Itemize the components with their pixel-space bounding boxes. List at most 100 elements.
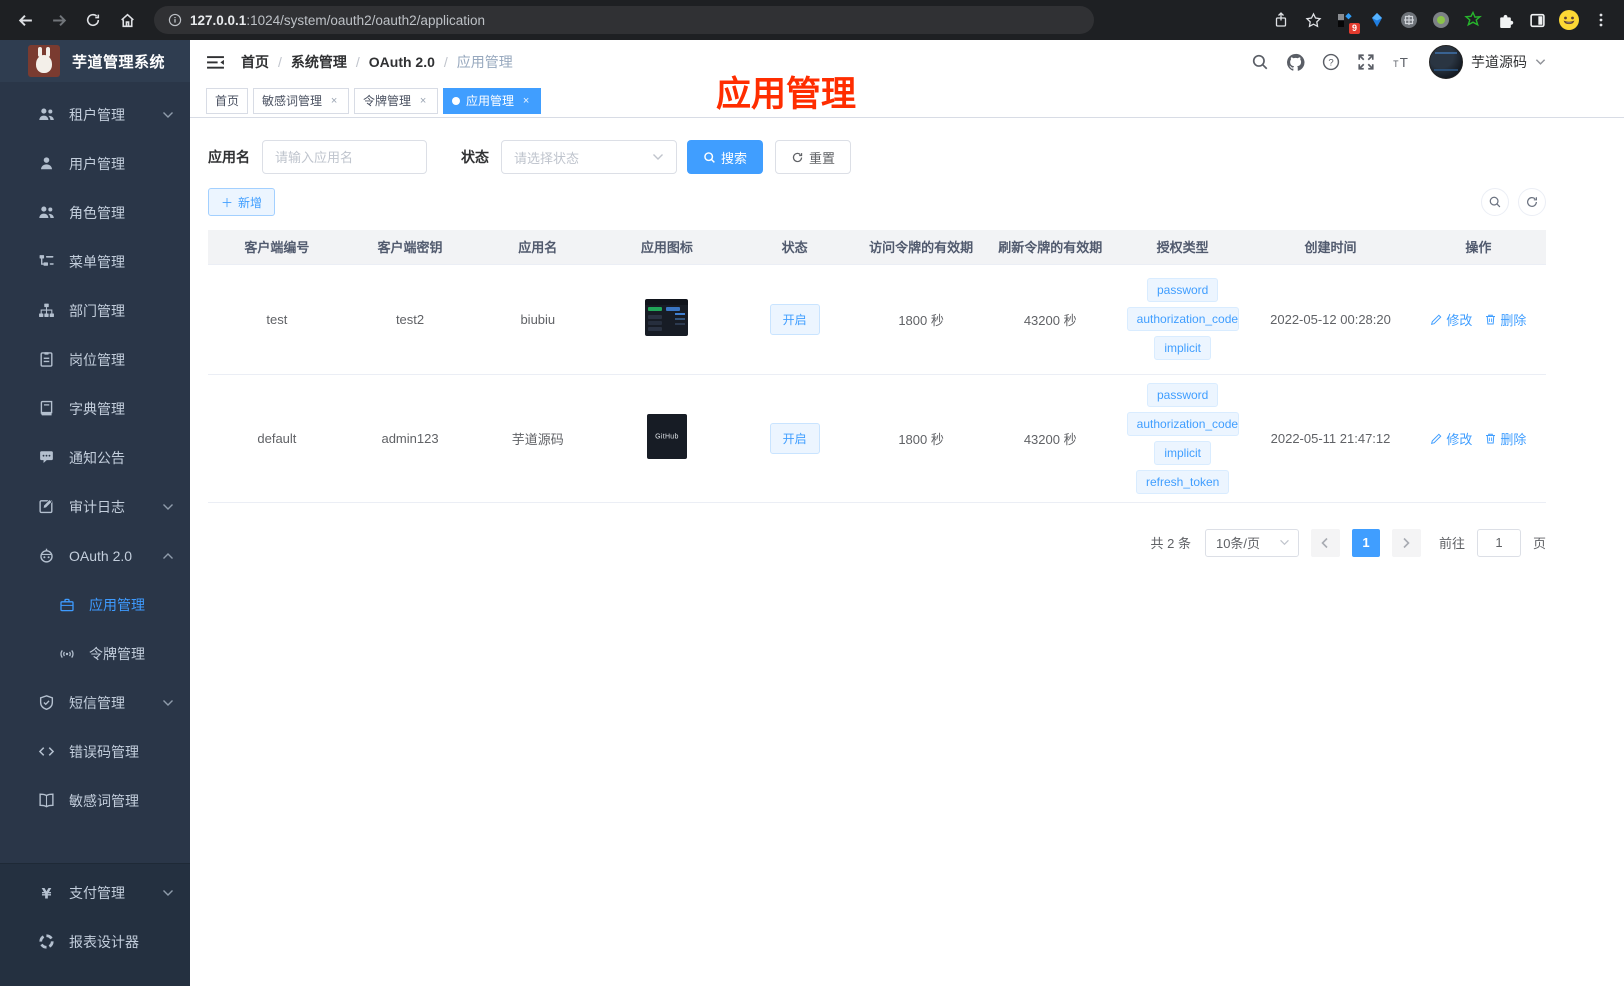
status-select[interactable]: 请选择状态 xyxy=(501,140,677,174)
briefcase-icon xyxy=(58,596,75,613)
goto-page-input[interactable] xyxy=(1476,528,1521,557)
sidebar-item-dept[interactable]: 部门管理 xyxy=(0,286,190,335)
sidebar-item-dict[interactable]: 字典管理 xyxy=(0,384,190,433)
sidebar-item-label: 租户管理 xyxy=(69,106,125,123)
github-icon[interactable] xyxy=(1286,53,1305,72)
extension-blocks-icon[interactable]: 9 xyxy=(1334,9,1360,34)
close-icon[interactable]: × xyxy=(520,95,532,107)
breadcrumb: 首页 / 系统管理 / OAuth 2.0 / 应用管理 xyxy=(241,52,513,72)
share-icon[interactable] xyxy=(1270,9,1292,31)
help-icon[interactable]: ? xyxy=(1322,53,1340,71)
plus-icon: ＋ xyxy=(221,195,234,210)
breadcrumb-item[interactable]: OAuth 2.0 xyxy=(369,54,435,70)
cell-app-icon: GitHub xyxy=(601,374,733,503)
breadcrumb-item[interactable]: 系统管理 xyxy=(291,52,347,72)
sidebar-item-pay[interactable]: ¥ 支付管理 xyxy=(0,868,190,917)
goto-label: 前往 xyxy=(1438,536,1465,551)
prev-page-button[interactable] xyxy=(1310,528,1340,557)
sidebar-item-audit[interactable]: 审计日志 xyxy=(0,482,190,531)
cell-client-secret: test2 xyxy=(345,264,475,375)
edit-link[interactable]: 修改 xyxy=(1430,429,1472,448)
cell-grant-types: password authorization_code implicit xyxy=(1115,264,1251,375)
sidebar-item-label: 短信管理 xyxy=(69,694,125,711)
browser-back-icon[interactable] xyxy=(10,5,40,35)
sidebar-item-label: 令牌管理 xyxy=(89,645,145,662)
site-info-icon[interactable] xyxy=(168,13,182,27)
sidebar-item-user[interactable]: 用户管理 xyxy=(0,139,190,188)
sidebar-item-post[interactable]: 岗位管理 xyxy=(0,335,190,384)
url-host: 127.0.0.1 xyxy=(190,12,247,28)
browser-home-icon[interactable] xyxy=(112,5,142,35)
edit-link[interactable]: 修改 xyxy=(1430,310,1472,329)
sidebar-menu: 租户管理用户管理 角色管理 菜单管理 部门管理岗位管理字典管理 通知公告 审计日志 OAut… xyxy=(0,82,190,863)
bookmark-star-icon[interactable] xyxy=(1302,9,1324,31)
tab-令牌管理[interactable]: 令牌管理 × xyxy=(354,87,439,114)
page-size-select[interactable]: 10条/页 xyxy=(1204,528,1299,557)
status-badge: 开启 xyxy=(769,422,820,454)
extension-puzzle-icon[interactable] xyxy=(1494,9,1516,31)
profile-emoji-icon[interactable] xyxy=(1558,9,1580,31)
close-icon[interactable]: × xyxy=(417,95,429,107)
refresh-table-icon[interactable] xyxy=(1518,188,1546,216)
breadcrumb-item: 应用管理 xyxy=(456,54,513,70)
extension-green-dot-icon[interactable] xyxy=(1430,9,1452,31)
chevron-down-icon xyxy=(162,503,174,511)
sitemap-icon xyxy=(38,302,55,319)
sidebar-item-sms[interactable]: 短信管理 xyxy=(0,678,190,727)
extension-green-star-icon[interactable] xyxy=(1462,9,1484,31)
extension-dark-circle-icon[interactable] xyxy=(1398,9,1420,31)
tab-敏感词管理[interactable]: 敏感词管理 × xyxy=(253,87,350,114)
column-header: 状态 xyxy=(732,230,857,265)
toggle-search-icon[interactable] xyxy=(1481,188,1509,216)
sidebar-item-sensitiveword[interactable]: 敏感词管理 xyxy=(0,776,190,825)
tab-首页[interactable]: 首页 xyxy=(206,87,249,114)
sidebar-item-role[interactable]: 角色管理 xyxy=(0,188,190,237)
sidebar-item-label: 岗位管理 xyxy=(69,351,125,368)
audit-log-icon xyxy=(38,498,55,515)
user-icon xyxy=(38,155,55,172)
sidebar-item-menu[interactable]: 菜单管理 xyxy=(0,237,190,286)
cell-status: 开启 xyxy=(732,264,857,375)
cell-actions: 修改 删除 xyxy=(1410,264,1546,375)
breadcrumb-item[interactable]: 首页 xyxy=(241,52,269,72)
cell-refresh-token-validity: 43200 秒 xyxy=(985,264,1116,375)
delete-link[interactable]: 删除 xyxy=(1484,310,1526,329)
sidebar-item-tenant[interactable]: 租户管理 xyxy=(0,90,190,139)
search-icon xyxy=(703,151,716,164)
cell-app-name: biubiu xyxy=(474,264,602,375)
sidebar-item-notice[interactable]: 通知公告 xyxy=(0,433,190,482)
sidebar-collapse-icon[interactable] xyxy=(206,54,225,71)
split-screen-icon[interactable] xyxy=(1526,9,1548,31)
chevron-down-icon xyxy=(162,889,174,897)
sidebar-item-oauth2[interactable]: OAuth 2.0 xyxy=(0,531,190,580)
extension-kite-icon[interactable] xyxy=(1366,9,1388,31)
next-page-button[interactable] xyxy=(1391,528,1421,557)
browser-reload-icon[interactable] xyxy=(78,5,108,35)
sidebar-item-label: 错误码管理 xyxy=(69,743,139,760)
delete-link[interactable]: 删除 xyxy=(1484,429,1526,448)
tab-应用管理[interactable]: 应用管理 × xyxy=(443,87,542,114)
add-button[interactable]: ＋ 新增 xyxy=(208,188,276,216)
page-1-button[interactable]: 1 xyxy=(1351,528,1380,557)
app-logo-bar[interactable]: 芋道管理系统 xyxy=(0,40,190,82)
search-button[interactable]: 搜索 xyxy=(687,140,764,174)
header-search-icon[interactable] xyxy=(1251,53,1269,71)
grant-type-tags: password authorization_code implicit xyxy=(1119,278,1246,360)
sidebar-item-errorcode[interactable]: 错误码管理 xyxy=(0,727,190,776)
cell-client-id: default xyxy=(208,374,346,503)
grant-type-tag: authorization_code xyxy=(1126,411,1239,436)
browser-forward-icon[interactable] xyxy=(44,5,74,35)
code-icon xyxy=(38,743,55,760)
app-name-input[interactable] xyxy=(262,140,427,174)
font-size-icon[interactable]: TT xyxy=(1392,53,1412,71)
close-icon[interactable]: × xyxy=(328,95,340,107)
reset-button[interactable]: 重置 xyxy=(775,140,852,174)
sidebar-item-report[interactable]: 报表设计器 xyxy=(0,917,190,966)
user-menu[interactable]: 芋道源码 xyxy=(1429,45,1546,79)
open-book-icon xyxy=(38,792,55,809)
fullscreen-icon[interactable] xyxy=(1357,53,1375,71)
sidebar-item-application[interactable]: 应用管理 xyxy=(0,580,190,629)
address-bar[interactable]: 127.0.0.1:1024/system/oauth2/oauth2/appl… xyxy=(154,6,1094,34)
browser-menu-icon[interactable] xyxy=(1590,9,1612,31)
sidebar-item-token[interactable]: 令牌管理 xyxy=(0,629,190,678)
